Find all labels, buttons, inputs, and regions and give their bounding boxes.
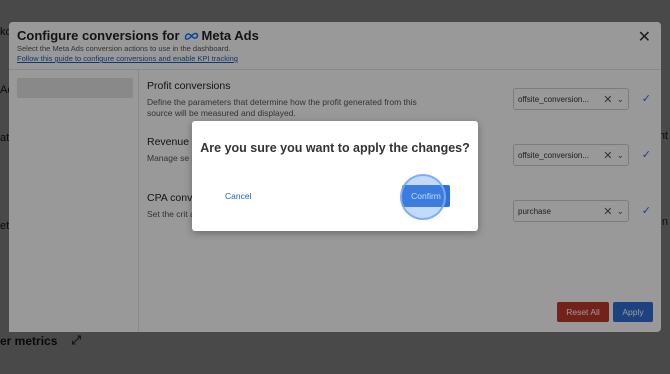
cancel-button[interactable]: Cancel [225, 191, 251, 201]
confirm-dialog: Are you sure you want to apply the chang… [192, 121, 478, 231]
confirm-button[interactable]: Confirm [402, 185, 450, 207]
confirm-question: Are you sure you want to apply the chang… [200, 141, 470, 155]
